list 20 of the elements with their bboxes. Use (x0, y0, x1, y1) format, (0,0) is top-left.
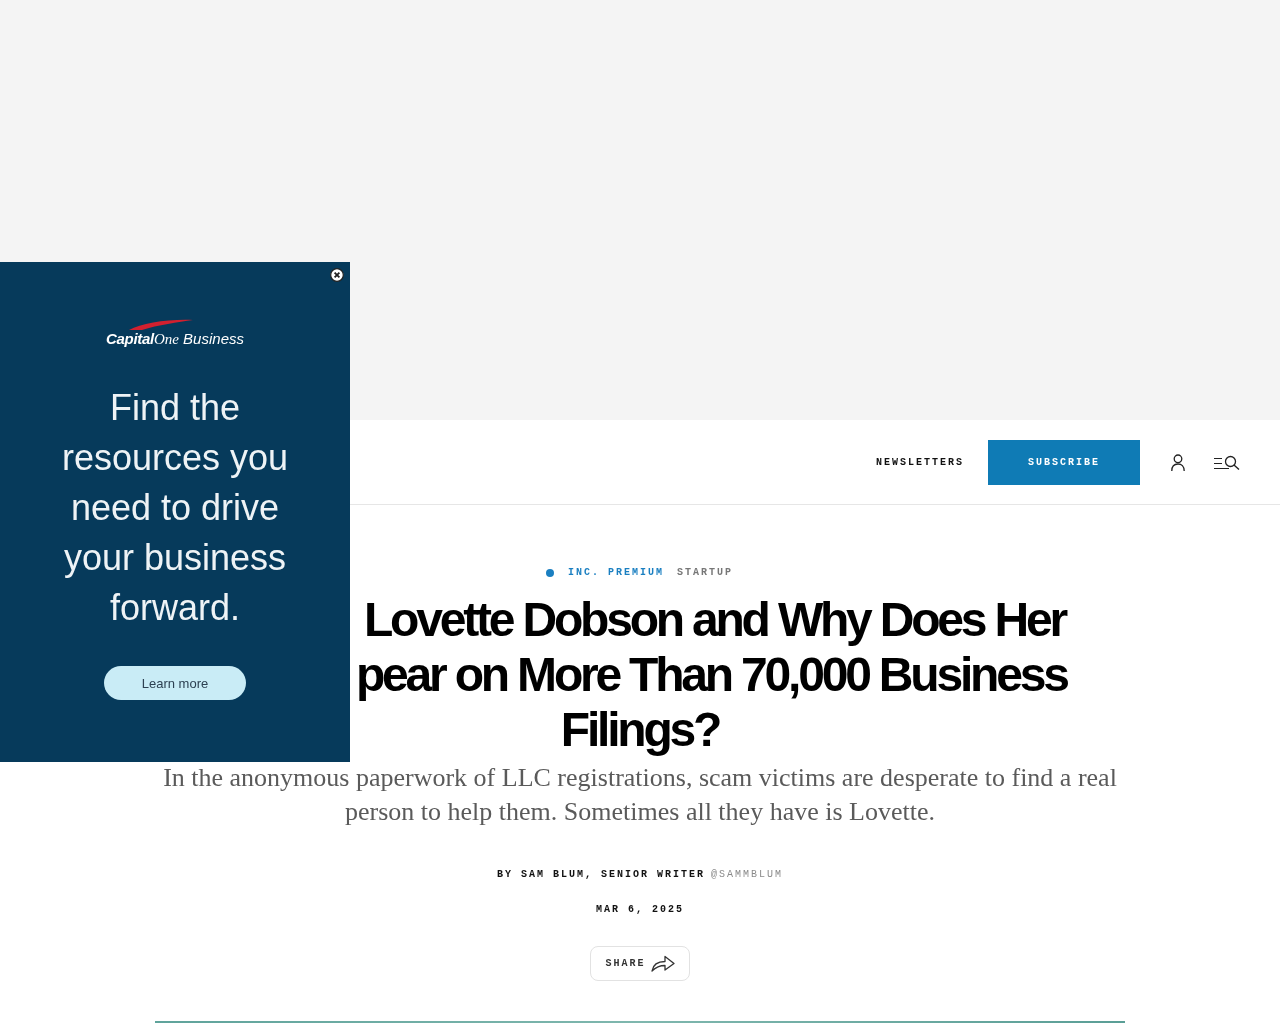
headline-text: Filings? (560, 702, 720, 757)
subscribe-button[interactable]: SUBSCRIBE (988, 439, 1140, 485)
tag-link[interactable]: INC. PREMIUM (568, 566, 664, 580)
share-arrow-icon (650, 955, 675, 972)
headline-text: pear on More Than 70,000 Business (356, 647, 1067, 702)
menu-search-icon[interactable] (1214, 454, 1240, 470)
user-icon[interactable] (1171, 453, 1185, 471)
newsletters-link[interactable]: NEWSLETTERS (876, 456, 964, 468)
date-text: MAR 6, 2025 (596, 903, 684, 917)
ad-headline: Find the resources you need to drive your business forward. (60, 386, 290, 630)
share-button[interactable]: SHARE (590, 946, 690, 981)
dot-icon (546, 569, 554, 577)
tag-link[interactable]: STARTUP (677, 566, 733, 580)
close-icon[interactable] (330, 268, 344, 282)
byline-text: BY SAM BLUM, SENIOR WRITER (496, 868, 705, 882)
author-handle-link[interactable]: @SAMMBLUM (711, 868, 783, 882)
learn-more-button[interactable]: Learn more (104, 666, 246, 700)
headline-text: Lovette Dobson and Why Does Her (364, 592, 1065, 647)
logo-text: CapitalOne Business (106, 330, 244, 348)
subheadline-text: In the anonymous paperwork of LLC registrations, scam victims are desperate to find a real person to help them. Sometimes all they have is Lovette. (162, 762, 1118, 828)
